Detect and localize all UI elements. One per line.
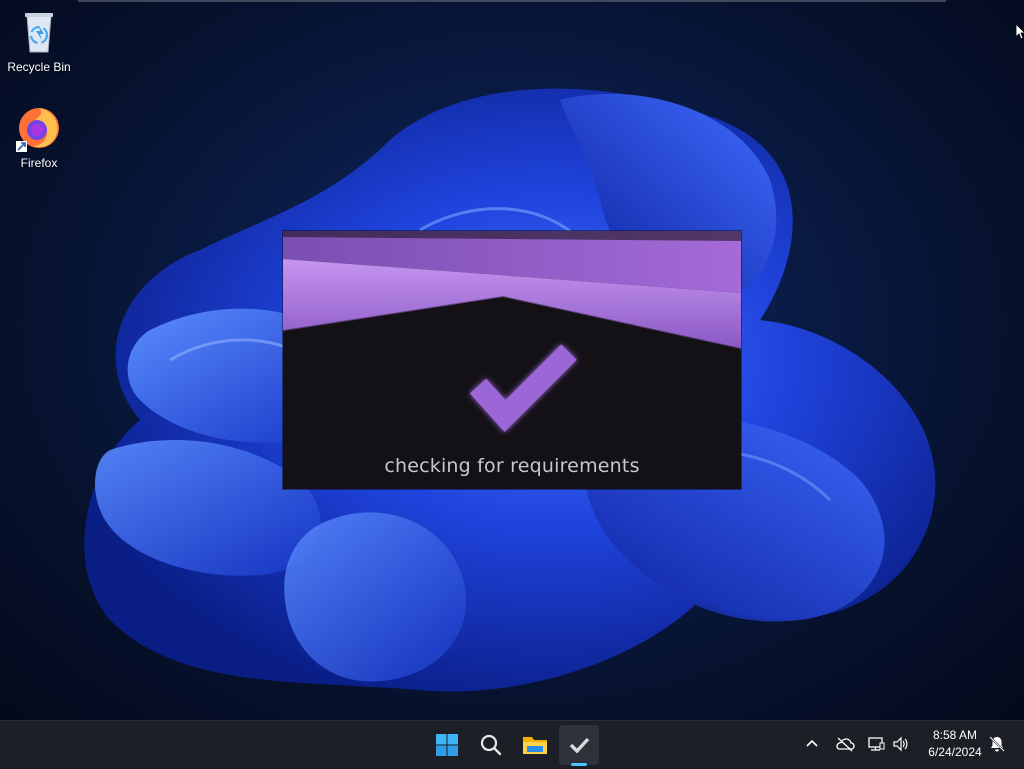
active-app-indicator bbox=[571, 763, 587, 766]
chevron-up-icon bbox=[806, 739, 818, 747]
mouse-cursor-icon bbox=[1016, 24, 1024, 40]
clock-time: 8:58 AM bbox=[932, 728, 978, 742]
onedrive-tray-button[interactable] bbox=[834, 733, 856, 755]
firefox-icon bbox=[15, 104, 63, 152]
desktop-icon-label: Recycle Bin bbox=[7, 60, 71, 74]
show-hidden-icons-button[interactable] bbox=[801, 733, 823, 755]
requirements-splash-window: checking for requirements bbox=[283, 231, 741, 489]
notification-center-button[interactable] bbox=[986, 733, 1008, 755]
splash-artwork bbox=[283, 231, 741, 489]
checkmark-icon bbox=[569, 737, 590, 754]
windows-start-icon bbox=[436, 734, 458, 756]
volume-icon bbox=[893, 736, 908, 752]
desktop-icon-label: Firefox bbox=[20, 156, 58, 170]
start-button[interactable] bbox=[427, 725, 467, 765]
search-icon bbox=[480, 734, 502, 756]
window-edge bbox=[78, 0, 946, 2]
network-icon bbox=[868, 737, 885, 751]
taskbar: 8:58 AM 6/24/2024 bbox=[0, 720, 1024, 769]
volume-tray-button[interactable] bbox=[890, 733, 912, 755]
file-explorer-button[interactable] bbox=[515, 725, 555, 765]
requirements-checker-button[interactable] bbox=[559, 725, 599, 765]
system-clock[interactable]: 8:58 AM 6/24/2024 bbox=[920, 727, 990, 761]
status-message: checking for requirements bbox=[384, 455, 640, 477]
network-tray-button[interactable] bbox=[865, 733, 887, 755]
desktop-icon-recycle-bin[interactable]: Recycle Bin bbox=[3, 8, 75, 74]
search-button[interactable] bbox=[471, 725, 511, 765]
clock-date: 6/24/2024 bbox=[928, 745, 982, 759]
recycle-bin-icon bbox=[15, 8, 63, 56]
notification-icon bbox=[989, 736, 1005, 752]
desktop-icon-firefox[interactable]: Firefox bbox=[3, 104, 75, 170]
onedrive-offline-icon bbox=[836, 737, 855, 752]
folder-icon bbox=[523, 737, 547, 754]
